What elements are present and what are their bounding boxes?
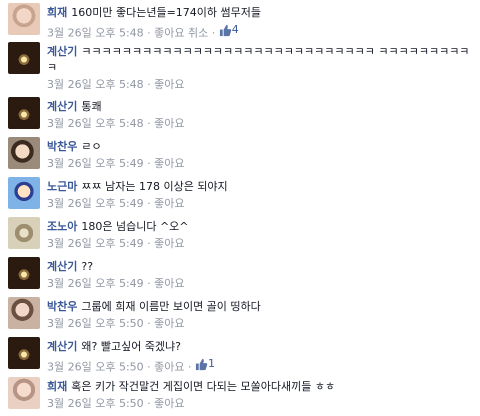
comment-timestamp[interactable]: 3월 26일 오후 5:48 — [47, 78, 144, 91]
comment-author[interactable]: 박찬우 — [47, 300, 77, 313]
like-button[interactable]: 좋아요 — [154, 237, 184, 250]
avatar[interactable] — [8, 42, 40, 74]
like-button[interactable]: 좋아요 — [154, 78, 184, 91]
comment-text: ㄹㅇ — [81, 140, 102, 153]
like-button[interactable]: 좋아요 — [154, 27, 184, 40]
comment-text: 160미만 좋다는년들=174이하 썸무저들 — [71, 6, 262, 19]
like-button[interactable]: 좋아요 — [154, 277, 184, 290]
separator: · — [147, 277, 151, 290]
like-count[interactable]: 1 — [195, 356, 215, 372]
comment-text: ㅉㅉ 남자는 178 이상은 되야지 — [81, 180, 228, 193]
comment-text: 왜? 빨고싶어 죽겠냐? — [81, 340, 182, 353]
comment-author[interactable]: 노근마 — [47, 180, 77, 193]
separator: · — [147, 157, 151, 170]
comment-text: 혹은 키가 작건말건 게집이면 다되는 모쏠아다새끼들 ㅎㅎ — [71, 380, 336, 393]
like-button[interactable]: 좋아요 — [154, 117, 184, 130]
avatar[interactable] — [8, 177, 40, 209]
avatar[interactable] — [8, 337, 40, 369]
separator: · — [147, 317, 151, 330]
thumbs-up-icon — [219, 24, 232, 36]
comment-timestamp[interactable]: 3월 26일 오후 5:50 — [47, 361, 144, 374]
separator: · — [147, 26, 151, 40]
comment-author[interactable]: 조노아 — [47, 220, 77, 233]
comment-author[interactable]: 희재 — [47, 6, 67, 19]
comment-author[interactable]: 계산기 — [47, 340, 77, 353]
comment-author[interactable]: 계산기 — [47, 100, 77, 113]
like-count-value: 4 — [231, 23, 239, 36]
comment-timestamp[interactable]: 3월 26일 오후 5:49 — [47, 237, 144, 250]
separator: · — [147, 397, 151, 410]
separator: · — [188, 360, 192, 374]
comment-timestamp[interactable]: 3월 26일 오후 5:50 — [47, 397, 144, 410]
comment-author[interactable]: 희재 — [47, 380, 67, 393]
comment-text: 180은 넘습니다 ^오^ — [81, 220, 189, 233]
like-count-value: 1 — [208, 357, 216, 370]
separator: · — [147, 237, 151, 250]
comment-timestamp[interactable]: 3월 26일 오후 5:49 — [47, 157, 144, 170]
like-button[interactable]: 좋아요 — [154, 197, 184, 210]
comment-author[interactable]: 계산기 — [47, 260, 77, 273]
comment-text: 그룹에 희재 이름만 보이면 골이 띵하다 — [81, 300, 261, 313]
comment-timestamp[interactable]: 3월 26일 오후 5:50 — [47, 317, 144, 330]
comment-author[interactable]: 박찬우 — [47, 140, 77, 153]
like-button[interactable]: 좋아요 — [154, 397, 184, 410]
like-button[interactable]: 좋아요 — [154, 317, 184, 330]
comment-text: 통쾌 — [81, 100, 102, 113]
comment-timestamp[interactable]: 3월 26일 오후 5:48 — [47, 27, 144, 40]
avatar[interactable] — [8, 137, 40, 169]
like-button[interactable]: 좋아요 — [154, 361, 184, 374]
comment-timestamp[interactable]: 3월 26일 오후 5:49 — [47, 277, 144, 290]
comment-timestamp[interactable]: 3월 26일 오후 5:49 — [47, 197, 144, 210]
comment-author[interactable]: 계산기 — [47, 45, 77, 58]
comment-timestamp[interactable]: 3월 26일 오후 5:48 — [47, 117, 144, 130]
comment-text: ㅋㅋㅋㅋㅋㅋㅋㅋㅋㅋㅋㅋㅋㅋㅋㅋㅋㅋㅋㅋㅋㅋㅋㅋㅋㅋㅋㅋㅋ ㅋㅋㅋㅋㅋㅋㅋㅋㅋㅋ — [47, 45, 470, 74]
avatar[interactable] — [8, 217, 40, 249]
avatar[interactable] — [8, 257, 40, 289]
avatar[interactable] — [8, 3, 40, 35]
avatar[interactable] — [8, 377, 40, 409]
comment-text: ?? — [81, 260, 94, 273]
cancel-like-button[interactable]: 취소 — [188, 27, 208, 40]
separator: · — [147, 117, 151, 130]
separator: · — [147, 360, 151, 374]
separator: · — [211, 26, 216, 40]
separator: · — [147, 78, 151, 91]
thumbs-up-icon — [195, 358, 208, 370]
separator: · — [147, 197, 151, 210]
avatar[interactable] — [8, 297, 40, 329]
like-button[interactable]: 좋아요 — [154, 157, 184, 170]
like-count[interactable]: 4 — [219, 22, 239, 38]
avatar[interactable] — [8, 97, 40, 129]
